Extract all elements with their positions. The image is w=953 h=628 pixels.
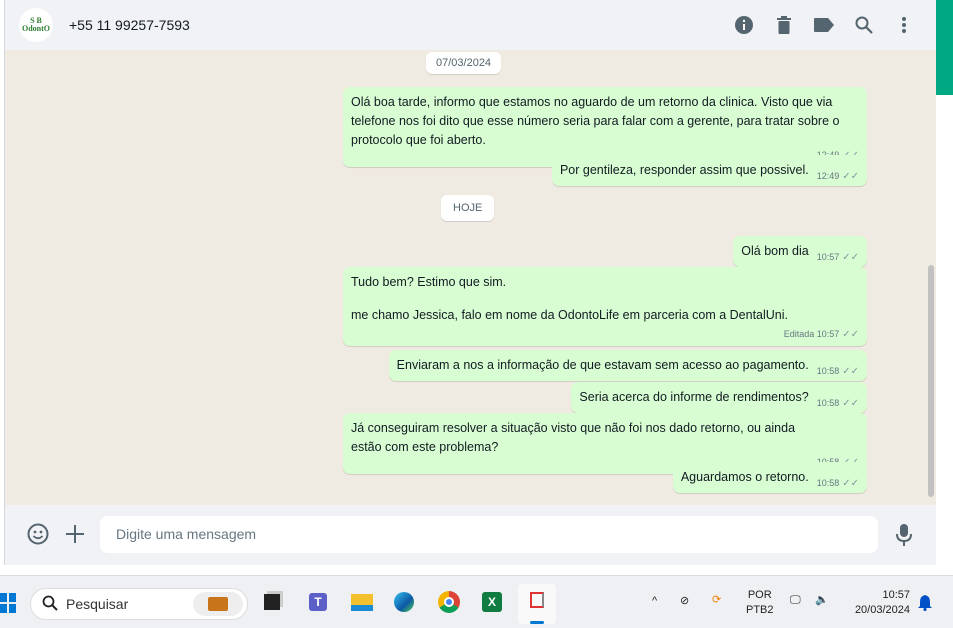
attach-plus-icon[interactable] — [66, 525, 84, 548]
contact-name[interactable]: +55 11 99257-7593 — [69, 17, 190, 33]
emoji-icon[interactable] — [27, 523, 49, 550]
message-bubble[interactable]: Aguardamos o retorno. 10:58 ✓✓ — [672, 462, 867, 493]
double-check-icon: ✓✓ — [842, 171, 859, 182]
sync-icon[interactable]: ⟳ — [712, 593, 721, 608]
volume-icon[interactable]: 🔈 — [815, 593, 829, 608]
message-bubble[interactable]: Olá bom dia 10:57 ✓✓ — [733, 236, 867, 267]
double-check-icon: ✓✓ — [842, 329, 859, 340]
message-bubble[interactable]: Seria acerca do informe de rendimentos? … — [571, 382, 867, 413]
composer: Digite uma mensagem — [5, 505, 936, 565]
taskbar-search[interactable]: Pesquisar — [30, 588, 248, 620]
scrollbar[interactable] — [928, 265, 934, 497]
message-input[interactable]: Digite uma mensagem — [100, 516, 878, 553]
edge-icon[interactable] — [390, 588, 418, 616]
trash-icon[interactable] — [774, 15, 794, 35]
chrome-icon[interactable] — [435, 588, 463, 616]
window-accent-bar — [936, 0, 953, 95]
notification-bell-icon[interactable] — [918, 595, 932, 616]
onedrive-offline-icon[interactable]: ⊘ — [680, 594, 689, 609]
date-divider: 07/03/2024 — [426, 52, 502, 74]
menu-icon[interactable] — [894, 15, 914, 35]
network-icon[interactable]: 🖵 — [790, 593, 801, 608]
search-icon[interactable] — [854, 15, 874, 35]
double-check-icon: ✓✓ — [842, 398, 859, 409]
snipping-tool-icon[interactable] — [518, 584, 556, 624]
avatar[interactable]: S B OdontO — [19, 8, 53, 42]
task-view-icon[interactable] — [258, 588, 286, 616]
teams-icon[interactable]: T — [304, 588, 332, 616]
message-bubble[interactable]: Tudo bem? Estimo que sim. me chamo Jessi… — [343, 267, 867, 346]
excel-icon[interactable]: X — [478, 588, 506, 616]
chevron-up-icon[interactable]: ^ — [652, 594, 657, 609]
language-indicator[interactable]: POR PTB2 — [746, 588, 774, 618]
clock[interactable]: 10:57 20/03/2024 — [846, 588, 910, 618]
date-divider: HOJE — [441, 195, 495, 221]
microphone-icon[interactable] — [896, 524, 912, 551]
windows-start-icon[interactable] — [0, 593, 16, 618]
double-check-icon: ✓✓ — [842, 366, 859, 377]
double-check-icon: ✓✓ — [842, 478, 859, 489]
label-icon[interactable] — [814, 15, 834, 35]
chat-header: S B OdontO +55 11 99257-7593 — [5, 0, 936, 50]
info-icon[interactable] — [734, 15, 754, 35]
message-bubble[interactable]: Enviaram a nos a informação de que estav… — [388, 350, 867, 381]
taskbar: Pesquisar T X ^ ⊘ ⟳ POR PTB2 🖵 🔈 10:57 20/… — [0, 575, 953, 628]
briefcase-icon — [193, 592, 243, 616]
message-list: 07/03/2024 Olá boa tarde, informo que es… — [5, 50, 936, 505]
search-icon — [42, 595, 58, 614]
file-explorer-icon[interactable] — [347, 588, 375, 616]
double-check-icon: ✓✓ — [842, 252, 859, 263]
message-bubble[interactable]: Por gentileza, responder assim que possi… — [551, 155, 867, 186]
